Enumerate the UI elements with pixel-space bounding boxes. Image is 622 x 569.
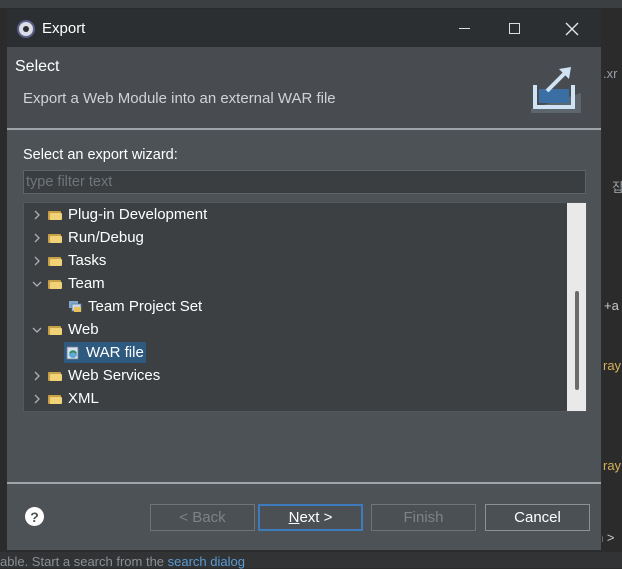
tree-item-war-file[interactable]: WAR file [24,341,146,364]
close-icon [565,22,579,35]
chevron-right-icon[interactable] [32,210,42,220]
tree-item-label: Run/Debug [68,229,144,246]
tree-item-plug-in-development[interactable]: Plug-in Development [24,203,207,226]
folder-open-icon [48,279,62,289]
tree-item-label: Plug-in Development [68,206,208,223]
chevron-down-icon[interactable] [32,279,42,289]
folder-icon [48,256,62,266]
minimize-button[interactable] [439,10,489,47]
background-status-area: able. Start a search from the search dia… [0,552,622,569]
footer-separator [7,482,601,484]
chevron-right-icon[interactable] [32,256,42,266]
folder-open-icon [48,325,62,335]
search-dialog-link[interactable]: search dialog [168,554,245,569]
wizard-list-label: Select an export wizard: [23,147,178,163]
background-code-fragment: ray [603,458,622,473]
cancel-button[interactable]: Cancel [485,504,590,531]
tree-item-web[interactable]: Web [24,318,99,341]
dialog-title: Export [42,20,86,37]
filter-input[interactable] [23,170,586,194]
tree-item-label: XML [68,390,99,407]
tree-item-team-project-set[interactable]: Team Project Set [24,295,202,318]
wizard-page-title: Select [15,58,60,75]
background-status-text: able. Start a search from the search dia… [0,554,245,569]
help-icon[interactable]: ? [25,507,44,526]
folder-icon [48,371,62,381]
eclipse-app-icon [17,19,35,38]
chevron-right-icon[interactable] [32,394,42,404]
tree-item-label: WAR file [86,344,144,361]
next-label: ext > [299,509,333,526]
folder-icon [48,233,62,243]
maximize-icon [508,23,520,34]
dialog-titlebar[interactable]: Export [7,10,601,47]
minimize-icon [458,28,470,29]
chevron-down-icon[interactable] [32,325,42,335]
maximize-button[interactable] [489,10,539,47]
team-project-set-icon [69,300,82,312]
tree-item-tasks[interactable]: Tasks [24,249,106,272]
chevron-right-icon[interactable] [32,371,42,381]
background-code-fragment: +a [604,298,619,313]
folder-icon [48,210,62,220]
back-button[interactable]: < Back [150,504,255,531]
selected-highlight[interactable]: WAR file [64,342,146,363]
tree-item-run-debug[interactable]: Run/Debug [24,226,144,249]
tree-scrollbar[interactable] [567,203,586,411]
tree-item-web-services[interactable]: Web Services [24,364,160,387]
wizard-page-description: Export a Web Module into an external WAR… [23,90,336,107]
tree-item-label: Web [68,321,99,338]
tree-item-label: Team [68,275,105,292]
chevron-right-icon[interactable] [32,233,42,243]
tree-item-label: Team Project Set [88,298,203,315]
next-button[interactable]: Next > [258,504,363,531]
export-wizard-banner-icon [531,67,581,113]
export-dialog: Export Select Export a Web Module into a… [6,9,602,551]
folder-icon [48,394,62,404]
header-separator [7,128,601,130]
tree-item-label: Tasks [68,252,107,269]
background-text-fragment: 잡 [612,180,622,195]
war-file-icon [66,346,79,359]
finish-button[interactable]: Finish [371,504,476,531]
scrollbar-thumb[interactable] [575,291,579,390]
next-mnemonic: N [288,509,300,526]
background-editor-tab-fragment: .xr [603,66,618,81]
tree-item-label: Web Services [68,367,161,384]
background-code-fragment: ray [603,358,622,373]
tree-item-xml[interactable]: XML [24,387,99,410]
close-button[interactable] [547,10,597,47]
wizard-tree[interactable]: Plug-in Development Run/Debug Tasks Team [23,202,587,412]
background-ide-topbar [0,0,622,8]
tree-item-team[interactable]: Team [24,272,105,295]
wizard-header: Select Export a Web Module into an exter… [7,47,601,128]
